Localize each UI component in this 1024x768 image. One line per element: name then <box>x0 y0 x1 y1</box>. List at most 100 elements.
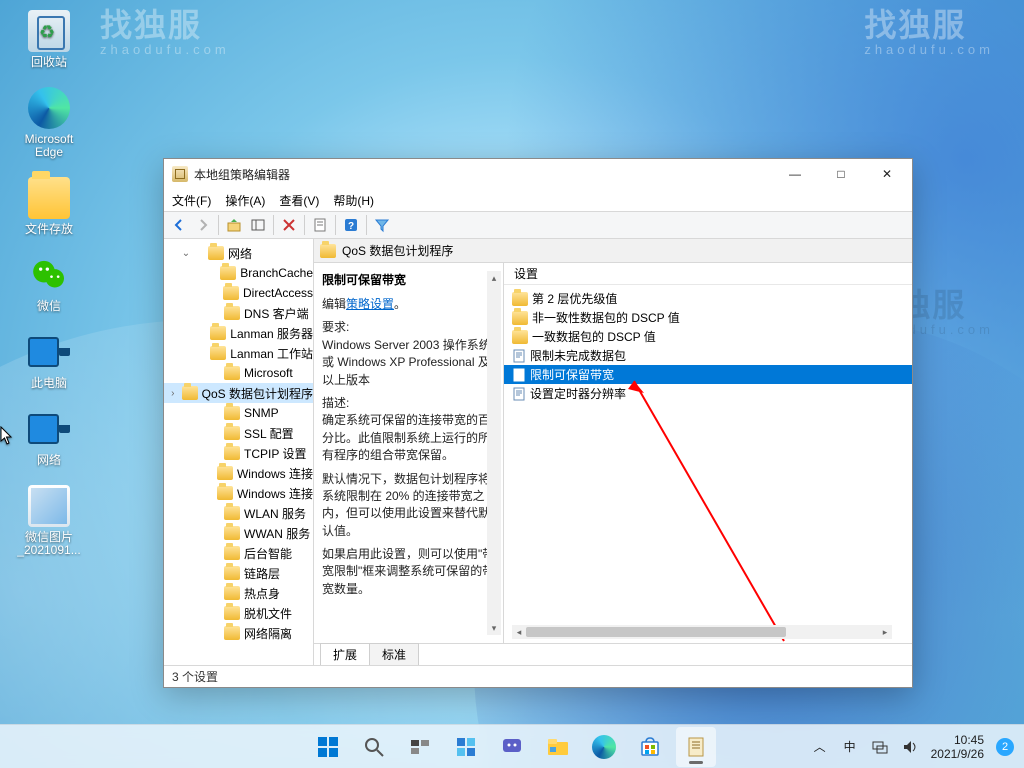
settings-list: 第 2 层优先级值非一致性数据包的 DSCP 值一致数据包的 DSCP 值限制未… <box>504 285 912 643</box>
edge-taskbar-button[interactable] <box>584 727 624 767</box>
settings-row[interactable]: 第 2 层优先级值 <box>504 289 912 308</box>
system-tray: ︿ 中 10:45 2021/9/26 2 <box>811 733 1024 761</box>
tree-node[interactable]: Windows 连接 <box>164 463 313 483</box>
network-tray-icon[interactable] <box>871 738 889 756</box>
tab-standard[interactable]: 标准 <box>369 643 419 665</box>
policy-icon <box>512 349 526 363</box>
view-tabs: 扩展 标准 <box>314 643 912 665</box>
mouse-cursor <box>0 426 14 446</box>
clock[interactable]: 10:45 2021/9/26 <box>931 733 984 761</box>
tree-node[interactable]: 链路层 <box>164 563 313 583</box>
gpedit-window: 本地组策略编辑器 — □ ✕ 文件(F) 操作(A) 查看(V) 帮助(H) ? <box>163 158 913 688</box>
titlebar[interactable]: 本地组策略编辑器 — □ ✕ <box>164 159 912 189</box>
chat-button[interactable] <box>492 727 532 767</box>
search-button[interactable] <box>354 727 394 767</box>
close-button[interactable]: ✕ <box>864 159 910 189</box>
tab-extended[interactable]: 扩展 <box>320 643 370 665</box>
settings-h-scrollbar[interactable]: ◂▸ <box>512 625 892 639</box>
crumb-label: QoS 数据包计划程序 <box>342 242 453 259</box>
tree-node[interactable]: 脱机文件 <box>164 603 313 623</box>
tree-node[interactable]: Microsoft <box>164 363 313 383</box>
desktop-icons: 回收站 Microsoft Edge 文件存放 微信 此电脑 网络 微信图片 _… <box>12 10 92 575</box>
watermark: 找独服zhaodufu.com <box>100 0 230 57</box>
policy-icon <box>512 387 526 401</box>
tree-node[interactable]: WLAN 服务 <box>164 503 313 523</box>
network-icon[interactable]: 网络 <box>12 408 86 467</box>
forward-button[interactable] <box>192 214 214 236</box>
description-pane: 限制可保留带宽 编辑策略设置。 要求:Windows Server 2003 操… <box>314 263 504 643</box>
minimize-button[interactable]: — <box>772 159 818 189</box>
settings-label: 非一致性数据包的 DSCP 值 <box>532 309 680 326</box>
ime-indicator[interactable]: 中 <box>841 738 859 756</box>
filter-button[interactable] <box>371 214 393 236</box>
settings-header[interactable]: 设置 <box>504 263 912 285</box>
menu-action[interactable]: 操作(A) <box>225 192 265 209</box>
nav-tree[interactable]: ⌄网络 BranchCacheDirectAccessDNS 客户端Lanman… <box>164 239 314 665</box>
tree-node[interactable]: Lanman 工作站 <box>164 343 313 363</box>
breadcrumb: QoS 数据包计划程序 <box>314 239 912 263</box>
window-title: 本地组策略编辑器 <box>194 166 290 183</box>
settings-label: 设置定时器分辨率 <box>530 385 626 402</box>
edge-icon[interactable]: Microsoft Edge <box>12 87 86 159</box>
tree-node[interactable]: DirectAccess <box>164 283 313 303</box>
tree-node[interactable]: 网络隔离 <box>164 623 313 643</box>
tree-node[interactable]: ›QoS 数据包计划程序 <box>164 383 313 403</box>
tree-node-network[interactable]: ⌄网络 <box>164 243 313 263</box>
annotation-arrow <box>624 371 874 651</box>
tree-node[interactable]: 后台智能 <box>164 543 313 563</box>
tree-node[interactable]: 热点身 <box>164 583 313 603</box>
tree-node[interactable]: SNMP <box>164 403 313 423</box>
maximize-button[interactable]: □ <box>818 159 864 189</box>
properties-button[interactable] <box>309 214 331 236</box>
show-hide-tree-button[interactable] <box>247 214 269 236</box>
notification-badge[interactable]: 2 <box>996 738 1014 756</box>
menu-help[interactable]: 帮助(H) <box>333 192 374 209</box>
settings-row[interactable]: 设置定时器分辨率 <box>504 384 912 403</box>
svg-text:?: ? <box>348 221 354 232</box>
taskview-button[interactable] <box>400 727 440 767</box>
start-button[interactable] <box>308 727 348 767</box>
settings-pane: 设置 第 2 层优先级值非一致性数据包的 DSCP 值一致数据包的 DSCP 值… <box>504 263 912 643</box>
status-bar: 3 个设置 <box>164 665 912 687</box>
settings-label: 第 2 层优先级值 <box>532 290 617 307</box>
recycle-bin-icon[interactable]: 回收站 <box>12 10 86 69</box>
folder-icon <box>512 311 528 325</box>
desc-title: 限制可保留带宽 <box>322 271 495 288</box>
settings-label: 限制可保留带宽 <box>530 366 614 383</box>
desktop: 找独服zhaodufu.com 找独服zhaodufu.com 找独服zhaod… <box>0 0 1024 768</box>
store-button[interactable] <box>630 727 670 767</box>
explorer-button[interactable] <box>538 727 578 767</box>
back-button[interactable] <box>168 214 190 236</box>
volume-tray-icon[interactable] <box>901 738 919 756</box>
toolbar: ? <box>164 211 912 239</box>
tree-node[interactable]: Windows 连接 <box>164 483 313 503</box>
tree-node[interactable]: SSL 配置 <box>164 423 313 443</box>
desc-scrollbar[interactable]: ▴▾ <box>487 271 501 635</box>
help-button[interactable]: ? <box>340 214 362 236</box>
tree-node[interactable]: WWAN 服务 <box>164 523 313 543</box>
this-pc-icon[interactable]: 此电脑 <box>12 331 86 390</box>
tree-node[interactable]: TCPIP 设置 <box>164 443 313 463</box>
up-button[interactable] <box>223 214 245 236</box>
edit-policy-link[interactable]: 策略设置 <box>346 297 394 311</box>
settings-row[interactable]: 一致数据包的 DSCP 值 <box>504 327 912 346</box>
tree-node[interactable]: DNS 客户端 <box>164 303 313 323</box>
wechat-icon[interactable]: 微信 <box>12 254 86 313</box>
tree-node[interactable]: Lanman 服务器 <box>164 323 313 343</box>
widgets-button[interactable] <box>446 727 486 767</box>
gpedit-taskbar-button[interactable] <box>676 727 716 767</box>
settings-row[interactable]: 限制可保留带宽 <box>504 365 912 384</box>
tree-node[interactable]: BranchCache <box>164 263 313 283</box>
settings-row[interactable]: 非一致性数据包的 DSCP 值 <box>504 308 912 327</box>
menu-view[interactable]: 查看(V) <box>279 192 319 209</box>
settings-label: 限制未完成数据包 <box>530 347 626 364</box>
folder-icon <box>320 244 336 258</box>
settings-row[interactable]: 限制未完成数据包 <box>504 346 912 365</box>
folder-icon[interactable]: 文件存放 <box>12 177 86 236</box>
delete-button[interactable] <box>278 214 300 236</box>
watermark: 找独服zhaodufu.com <box>864 0 994 57</box>
menu-file[interactable]: 文件(F) <box>172 192 211 209</box>
settings-label: 一致数据包的 DSCP 值 <box>532 328 656 345</box>
tray-overflow-icon[interactable]: ︿ <box>811 738 829 756</box>
wechat-image-icon[interactable]: 微信图片 _2021091... <box>12 485 86 557</box>
